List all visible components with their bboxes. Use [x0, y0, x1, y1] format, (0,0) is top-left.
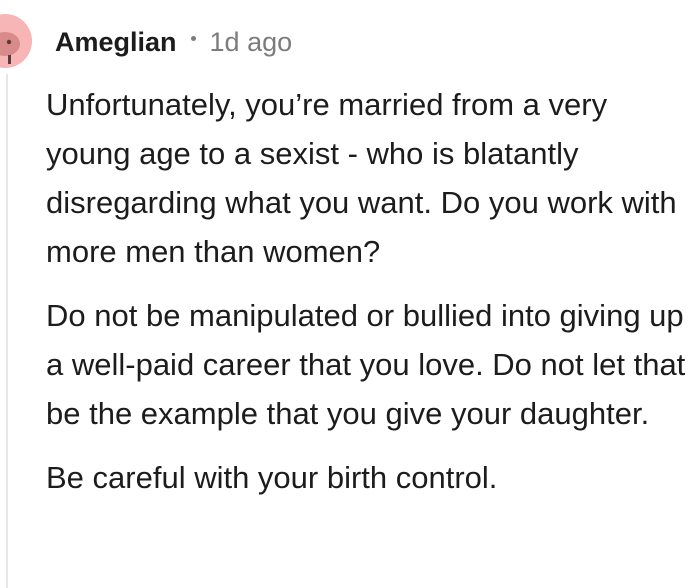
timestamp: 1d ago	[209, 26, 293, 57]
separator-dot	[190, 35, 196, 41]
comment-paragraph: Do not be manipulated or bullied into gi…	[46, 298, 686, 431]
author-name[interactable]: Ameglian	[55, 27, 177, 58]
user-avatar-icon	[0, 32, 20, 64]
comment-header: Ameglian 1d ago	[55, 24, 292, 60]
avatar[interactable]	[0, 14, 32, 68]
comment-paragraph: Be careful with your birth control.	[46, 460, 498, 495]
comment-card: Ameglian 1d ago Unfortunately, you’re ma…	[0, 0, 700, 588]
comment-paragraph: Unfortunately, you’re married from a ver…	[46, 87, 677, 269]
thread-line[interactable]	[6, 74, 8, 588]
comment-body: Unfortunately, you’re married from a ver…	[46, 80, 696, 517]
